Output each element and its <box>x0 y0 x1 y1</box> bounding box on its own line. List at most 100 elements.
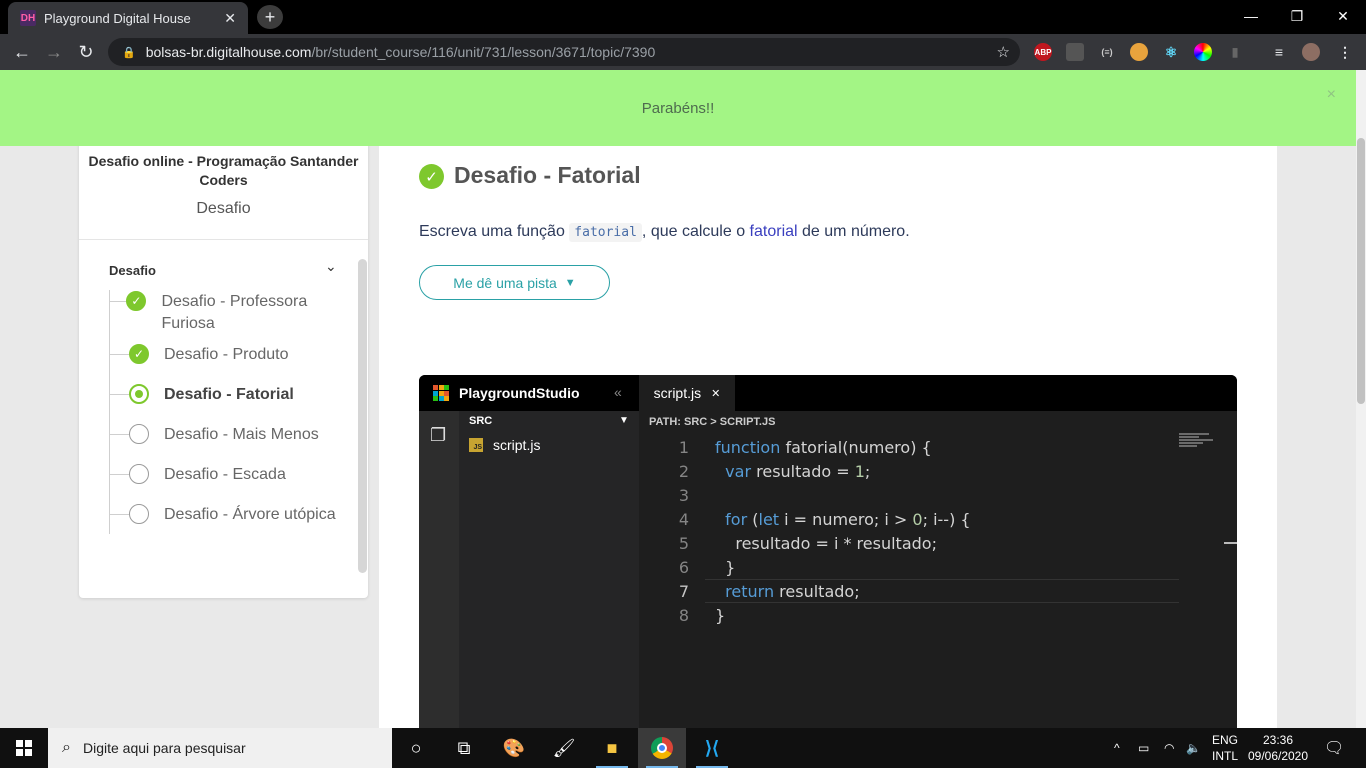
code-text: for (let i = numero; i > 0; i--) { <box>725 509 971 529</box>
paint-icon[interactable]: 🎨 <box>490 728 538 768</box>
inline-code: fatorial <box>569 223 642 242</box>
sidebar-item-label: Desafio - Produto <box>164 346 289 363</box>
address-bar[interactable]: 🔒 bolsas-br.digitalhouse.com /br/student… <box>108 38 1020 66</box>
banner-close-icon[interactable]: × <box>1327 86 1336 104</box>
code-line[interactable]: 8} <box>639 603 1209 627</box>
page-scrollbar-thumb[interactable] <box>1357 138 1365 404</box>
browser-tab[interactable]: DH Playground Digital House ✕ <box>8 2 248 34</box>
code-text: resultado = i * resultado; <box>715 533 937 553</box>
browser-menu-icon[interactable]: ⋮ <box>1336 43 1354 61</box>
battery-icon[interactable]: ▭ <box>1138 728 1149 768</box>
browser-toolbar: ← → ↻ 🔒 bolsas-br.digitalhouse.com /br/s… <box>0 34 1366 70</box>
tray-chevron-up-icon[interactable]: ^ <box>1114 728 1120 768</box>
chrome-icon[interactable] <box>638 728 686 768</box>
code-line[interactable]: 5 resultado = i * resultado; <box>639 531 1209 555</box>
forward-icon[interactable]: → <box>40 38 68 66</box>
code-text: function fatorial(numero) { <box>715 437 932 457</box>
explorer-header[interactable]: SRC <box>469 415 492 427</box>
chevron-down-icon: ▼ <box>564 276 576 289</box>
tab-script-js[interactable]: script.js ✕ <box>639 375 735 411</box>
cortana-icon[interactable]: ○ <box>392 728 440 768</box>
sidebar-item-produto[interactable]: ✓ Desafio - Produto <box>109 344 339 366</box>
line-number: 3 <box>678 485 689 505</box>
minimap[interactable] <box>1179 433 1217 453</box>
chevron-down-icon[interactable]: ▼ <box>619 415 629 426</box>
extension-puzzle-icon[interactable]: ▮ <box>1226 43 1244 61</box>
react-devtools-icon[interactable]: ⚛ <box>1162 43 1180 61</box>
fatorial-link[interactable]: fatorial <box>750 223 798 240</box>
browser-tab-bar: DH Playground Digital House ✕ + — ❐ ✕ <box>0 0 1366 34</box>
lock-icon: 🔒 <box>122 46 136 59</box>
sidebar-item-professora-furiosa[interactable]: ✓ Desafio - Professora Furiosa <box>109 291 339 335</box>
search-icon: ⌕ <box>62 739 71 756</box>
editor-header: PlaygroundStudio « script.js ✕ <box>419 375 1237 411</box>
owl-extension-icon[interactable] <box>1130 43 1148 61</box>
code-line[interactable]: 2 var resultado = 1; <box>639 459 1209 483</box>
sidebar-item-label: Desafio - Árvore utópica <box>164 506 336 523</box>
code-line[interactable]: 6 } <box>639 555 1209 579</box>
media-control-icon[interactable]: ≡ <box>1270 43 1288 61</box>
sidebar-item-label: Desafio - Professora Furiosa <box>161 293 308 332</box>
line-number: 1 <box>678 437 689 457</box>
code-line[interactable]: 4 for (let i = numero; i > 0; i--) { <box>639 507 1209 531</box>
adblock-plus-icon[interactable]: ABP <box>1034 43 1052 61</box>
page-scrollbar[interactable] <box>1356 70 1366 728</box>
collapse-icon[interactable]: « <box>614 384 622 400</box>
clock[interactable]: 23:36 09/06/2020 <box>1248 728 1308 768</box>
hint-button[interactable]: Me dê uma pista ▼ <box>419 265 610 300</box>
reload-icon[interactable]: ↻ <box>72 38 100 66</box>
page-title: Desafio - Fatorial <box>454 162 641 188</box>
current-step-icon <box>129 384 149 404</box>
sidebar-item-label: Desafio - Mais Menos <box>164 426 319 443</box>
sidebar-scrollbar[interactable] <box>358 259 367 573</box>
page-viewport: Parabéns!! × Desafio online - Programaçã… <box>0 70 1356 728</box>
code-area[interactable]: 1 function fatorial(numero) {2 var result… <box>639 433 1209 728</box>
code-line[interactable]: 3 <box>639 483 1209 507</box>
success-banner: Parabéns!! × <box>0 70 1356 146</box>
minimize-icon[interactable]: — <box>1228 0 1274 32</box>
line-number: 2 <box>678 461 689 481</box>
taskbar-search[interactable]: ⌕ Digite aqui para pesquisar <box>48 728 392 768</box>
notifications-icon[interactable]: 🗨 <box>1324 728 1344 768</box>
color-picker-icon[interactable] <box>1194 43 1212 61</box>
chevron-down-icon[interactable]: ⌄ <box>325 258 337 275</box>
search-placeholder: Digite aqui para pesquisar <box>82 740 246 756</box>
restore-icon[interactable]: ❐ <box>1274 0 1320 32</box>
empty-circle-icon <box>129 504 149 524</box>
sidebar-item-fatorial[interactable]: Desafio - Fatorial <box>109 384 339 406</box>
tab-close-icon[interactable]: ✕ <box>224 10 236 27</box>
volume-icon[interactable]: 🔈 <box>1186 728 1201 768</box>
challenge-description: Escreva uma função fatorial, que calcule… <box>419 223 910 242</box>
language-indicator[interactable]: ENG INTL <box>1212 728 1238 768</box>
vscode-icon[interactable]: ⟩⟨ <box>688 728 736 768</box>
code-line[interactable]: 1 function fatorial(numero) { <box>639 435 1209 459</box>
task-view-icon[interactable]: ⧉ <box>440 728 488 768</box>
file-item-script-js[interactable]: JS script.js <box>469 437 540 453</box>
files-icon[interactable]: ❐ <box>430 425 446 446</box>
paint-3d-icon[interactable]: 🖌 <box>540 728 588 768</box>
profile-avatar[interactable] <box>1302 43 1320 61</box>
new-tab-button[interactable]: + <box>257 5 283 29</box>
bookmark-star-icon[interactable]: ☆ <box>997 43 1010 61</box>
sidebar-item-mais-menos[interactable]: Desafio - Mais Menos <box>109 424 339 446</box>
window-close-icon[interactable]: ✕ <box>1320 0 1366 32</box>
course-subtitle: Desafio <box>196 200 251 217</box>
back-icon[interactable]: ← <box>8 38 36 66</box>
banner-message: Parabéns!! <box>641 99 715 117</box>
sidebar-item-escada[interactable]: Desafio - Escada <box>109 464 339 486</box>
json-viewer-icon[interactable]: (≡) <box>1098 43 1116 61</box>
close-tab-icon[interactable]: ✕ <box>711 387 720 400</box>
editor-scrollbar[interactable] <box>1224 542 1237 544</box>
sidebar-item-arvore-utopica[interactable]: Desafio - Árvore utópica <box>109 504 339 526</box>
section-title[interactable]: Desafio <box>109 263 156 278</box>
lesson-sidebar: Desafio online - Programação Santander C… <box>79 130 368 598</box>
extension-icon[interactable] <box>1066 43 1084 61</box>
check-icon: ✓ <box>419 164 444 189</box>
code-line[interactable]: 7 return resultado; <box>639 579 1209 603</box>
file-explorer-icon[interactable]: ■ <box>588 728 636 768</box>
line-number: 8 <box>678 605 689 625</box>
wifi-icon[interactable]: ◠ <box>1164 728 1174 768</box>
playground-logo-icon <box>433 385 449 401</box>
sidebar-item-label: Desafio - Fatorial <box>164 386 294 403</box>
start-button[interactable] <box>0 728 48 768</box>
